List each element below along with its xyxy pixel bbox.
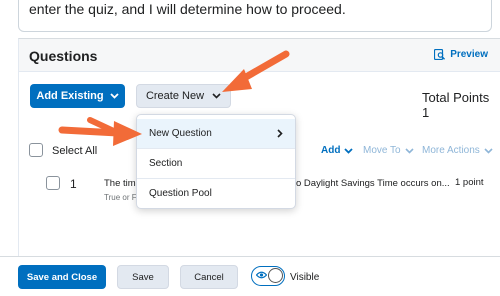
save-and-close-button[interactable]: Save and Close [18,265,106,289]
eye-icon [256,271,267,279]
cancel-button[interactable]: Cancel [180,265,238,289]
annotation-arrow-icon [58,117,142,146]
toggle-knob [268,268,283,283]
annotation-arrow-icon [222,50,290,92]
save-and-close-label: Save and Close [26,271,98,283]
visible-label: Visible [290,272,320,283]
visibility-toggle[interactable] [251,266,285,286]
cancel-label: Cancel [194,271,224,283]
annotation-arrows [58,50,290,146]
save-button[interactable]: Save [117,265,169,289]
save-label: Save [132,271,154,283]
